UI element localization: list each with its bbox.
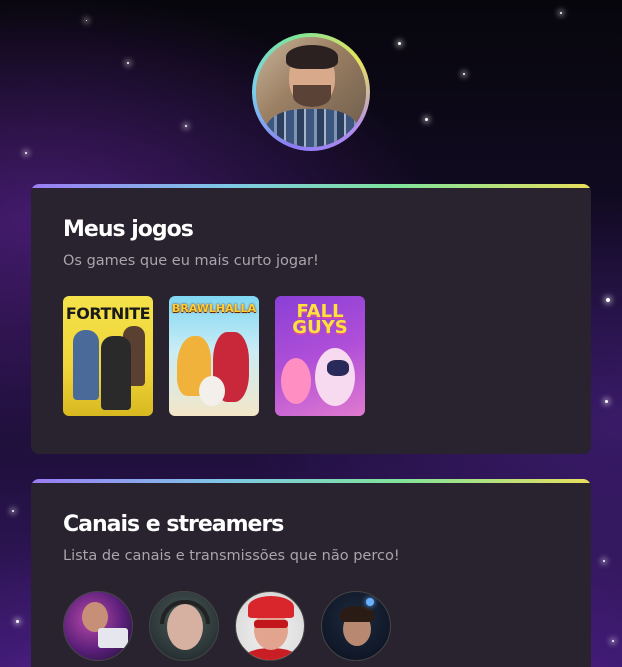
games-list: FORTNITE BRAWLHALLA FALL GUYS: [63, 296, 365, 416]
games-subtitle: Os games que eu mais curto jogar!: [63, 253, 319, 269]
game-logo-brawlhalla: BRAWLHALLA: [171, 302, 257, 315]
streamers-title: Canais e streamers: [63, 512, 284, 537]
streamers-card: Canais e streamers Lista de canais e tra…: [31, 479, 591, 667]
game-logo-fortnite: FORTNITE: [65, 304, 151, 323]
game-card-fortnite[interactable]: FORTNITE: [63, 296, 153, 416]
streamer-avatar[interactable]: [63, 591, 133, 661]
games-title: Meus jogos: [63, 217, 194, 242]
game-card-fall-guys[interactable]: FALL GUYS: [275, 296, 365, 416]
profile-avatar[interactable]: [252, 33, 370, 151]
streamer-avatar[interactable]: [149, 591, 219, 661]
profile-photo: [256, 37, 366, 147]
streamers-list: [63, 591, 391, 661]
game-logo-fall-guys: FALL GUYS: [292, 301, 348, 338]
games-card: Meus jogos Os games que eu mais curto jo…: [31, 184, 591, 454]
streamers-subtitle: Lista de canais e transmissões que não p…: [63, 548, 400, 564]
game-card-brawlhalla[interactable]: BRAWLHALLA: [169, 296, 259, 416]
streamer-avatar[interactable]: [235, 591, 305, 661]
streamer-avatar[interactable]: [321, 591, 391, 661]
